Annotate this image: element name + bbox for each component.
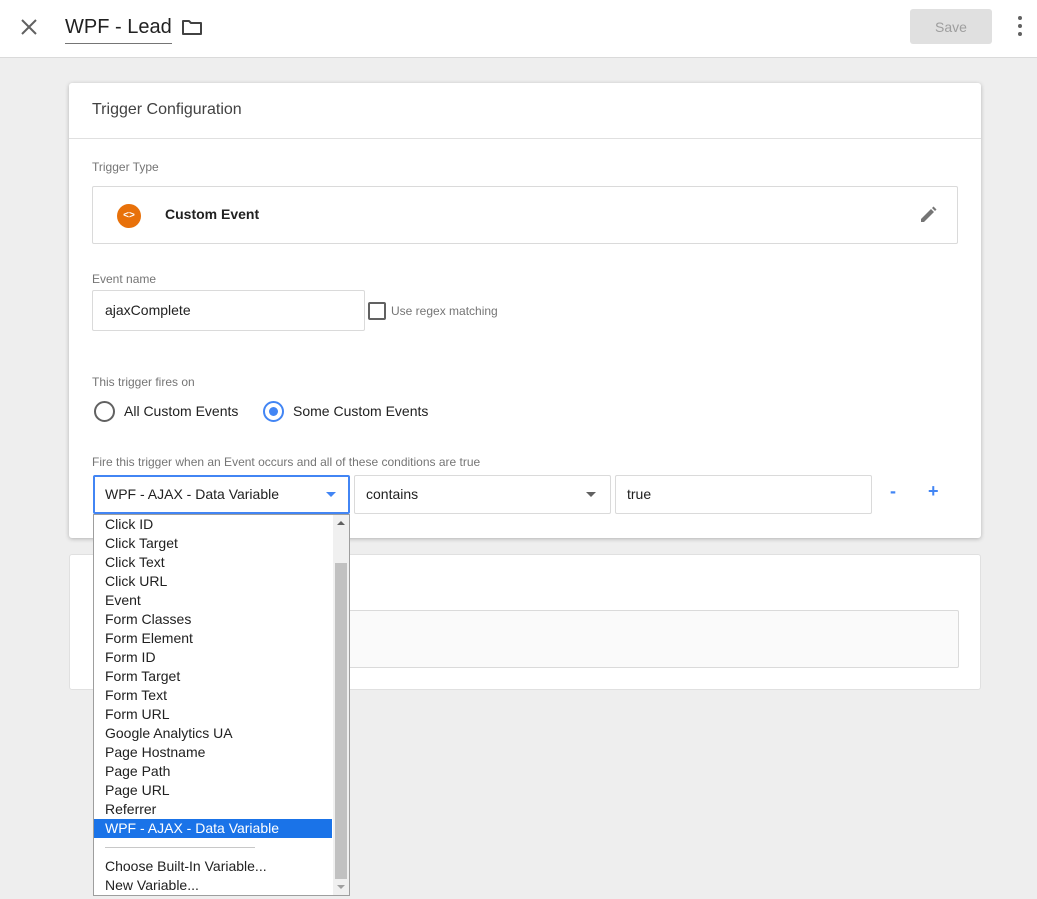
radio-some-custom-events[interactable] [263, 401, 284, 422]
regex-checkbox-label: Use regex matching [391, 304, 498, 318]
event-name-input[interactable]: ajaxComplete [92, 290, 365, 331]
trigger-type-selector[interactable]: <> Custom Event [92, 186, 958, 244]
chevron-down-icon [326, 492, 336, 497]
trigger-type-name: Custom Event [165, 206, 260, 222]
condition-operator-select[interactable]: contains [354, 475, 611, 514]
dropdown-option[interactable]: Click ID [94, 515, 332, 534]
remove-condition-button[interactable]: - [890, 481, 896, 502]
condition-operator-value: contains [366, 486, 419, 502]
condition-value-input[interactable]: true [615, 475, 872, 514]
top-bar: WPF - Lead Save [0, 0, 1037, 58]
dropdown-option-selected[interactable]: WPF - AJAX - Data Variable [94, 819, 332, 838]
dropdown-option[interactable]: Click URL [94, 572, 332, 591]
dropdown-option[interactable]: Form Element [94, 629, 332, 648]
dropdown-option[interactable]: Page Hostname [94, 743, 332, 762]
dropdown-scrollbar[interactable] [333, 515, 349, 895]
scroll-up-icon[interactable] [337, 521, 345, 525]
condition-variable-select[interactable]: WPF - AJAX - Data Variable [93, 475, 350, 514]
trigger-type-label: Trigger Type [92, 160, 159, 174]
radio-all-label: All Custom Events [124, 403, 239, 419]
close-icon[interactable] [16, 14, 42, 40]
dropdown-option[interactable]: Form URL [94, 705, 332, 724]
dropdown-option[interactable]: Form Classes [94, 610, 332, 629]
dropdown-option[interactable]: Page Path [94, 762, 332, 781]
dropdown-option[interactable]: Form Target [94, 667, 332, 686]
fires-on-label: This trigger fires on [92, 375, 195, 389]
tag-title[interactable]: WPF - Lead [65, 14, 172, 44]
radio-some-label: Some Custom Events [293, 403, 429, 419]
scroll-thumb[interactable] [335, 563, 347, 879]
dropdown-option[interactable]: Page URL [94, 781, 332, 800]
pencil-icon[interactable] [917, 204, 939, 226]
folder-icon[interactable] [181, 16, 203, 38]
event-name-label: Event name [92, 272, 157, 286]
more-vert-icon[interactable] [1008, 12, 1032, 40]
card-heading: Trigger Configuration [69, 83, 981, 139]
regex-checkbox[interactable] [368, 302, 386, 320]
variable-dropdown-list[interactable]: Click ID Click Target Click Text Click U… [93, 514, 350, 896]
scroll-down-icon[interactable] [337, 885, 345, 889]
trigger-configuration-card: Trigger Configuration Trigger Type <> Cu… [69, 83, 981, 538]
add-condition-button[interactable]: + [928, 481, 939, 502]
condition-variable-value: WPF - AJAX - Data Variable [105, 486, 280, 502]
chevron-down-icon [586, 492, 596, 497]
dropdown-option[interactable]: Click Target [94, 534, 332, 553]
dropdown-option[interactable]: Form ID [94, 648, 332, 667]
dropdown-divider [105, 847, 255, 848]
radio-all-custom-events[interactable] [94, 401, 115, 422]
dropdown-option[interactable]: Click Text [94, 553, 332, 572]
dropdown-option[interactable]: Event [94, 591, 332, 610]
dropdown-option[interactable]: Referrer [94, 800, 332, 819]
dropdown-option[interactable]: Form Text [94, 686, 332, 705]
conditions-label: Fire this trigger when an Event occurs a… [92, 455, 481, 469]
choose-builtin-variable-option[interactable]: Choose Built-In Variable... [94, 857, 332, 876]
new-variable-option[interactable]: New Variable... [94, 876, 332, 895]
dropdown-option[interactable]: Google Analytics UA [94, 724, 332, 743]
code-brackets-icon: <> [117, 204, 141, 228]
save-button[interactable]: Save [910, 9, 992, 44]
